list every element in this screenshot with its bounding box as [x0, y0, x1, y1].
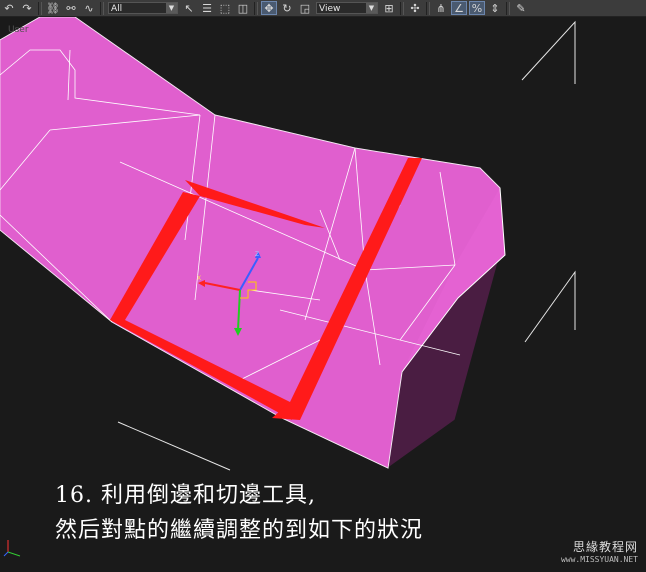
angle-snap-icon[interactable]: ∠	[451, 1, 467, 15]
scale-icon[interactable]: ◲	[297, 1, 313, 15]
main-toolbar: ↶ ↷ ⛓ ⚯ ∿ All ▼ ↖ ☰ ⬚ ◫ ✥ ↻ ◲ View ▼ ⊞ ✣…	[0, 0, 646, 17]
named-selection-icon[interactable]: ✎	[513, 1, 529, 15]
rotate-icon[interactable]: ↻	[279, 1, 295, 15]
rectangular-selection-icon[interactable]: ⬚	[217, 1, 233, 15]
toolbar-separator	[400, 1, 404, 15]
watermark-url: www.MISSYUAN.NET	[560, 555, 638, 564]
pivot-icon[interactable]: ⊞	[381, 1, 397, 15]
svg-text:Z: Z	[255, 251, 259, 258]
window-crossing-icon[interactable]: ◫	[235, 1, 251, 15]
move-icon[interactable]: ✥	[261, 1, 277, 15]
selection-filter-dropdown[interactable]: All ▼	[108, 2, 178, 14]
undo-icon[interactable]: ↶	[1, 1, 17, 15]
toolbar-separator	[254, 1, 258, 15]
bind-space-warp-icon[interactable]: ∿	[81, 1, 97, 15]
link-icon[interactable]: ⛓	[45, 1, 61, 15]
snap-icon[interactable]: ⋔	[433, 1, 449, 15]
toolbar-separator	[506, 1, 510, 15]
svg-text:X: X	[197, 275, 201, 282]
select-by-name-icon[interactable]: ☰	[199, 1, 215, 15]
selection-filter-value: All	[111, 4, 123, 14]
reference-coordinate-dropdown[interactable]: View ▼	[316, 2, 378, 14]
unlink-icon[interactable]: ⚯	[63, 1, 79, 15]
toolbar-separator	[100, 1, 104, 15]
tutorial-caption-line2: 然后對點的繼續調整的到如下的狀況	[55, 518, 424, 543]
watermark-title: 思緣教程网	[572, 540, 638, 554]
viewport-label[interactable]: User	[8, 25, 29, 35]
select-object-icon[interactable]: ↖	[181, 1, 197, 15]
chevron-down-icon: ▼	[166, 3, 177, 13]
world-axis-tripod	[3, 540, 21, 557]
toolbar-separator	[38, 1, 42, 15]
spinner-snap-icon[interactable]: ⇕	[487, 1, 503, 15]
percent-snap-icon[interactable]: %	[469, 1, 485, 15]
mirror-icon[interactable]: ✣	[407, 1, 423, 15]
tutorial-caption-line1: 16. 利用倒邊和切邊工具,	[55, 483, 316, 508]
reference-coordinate-value: View	[319, 4, 341, 14]
chevron-down-icon: ▼	[366, 3, 377, 13]
site-watermark: 思緣教程网 www.MISSYUAN.NET	[561, 538, 638, 564]
toolbar-separator	[426, 1, 430, 15]
redo-icon[interactable]: ↷	[19, 1, 35, 15]
